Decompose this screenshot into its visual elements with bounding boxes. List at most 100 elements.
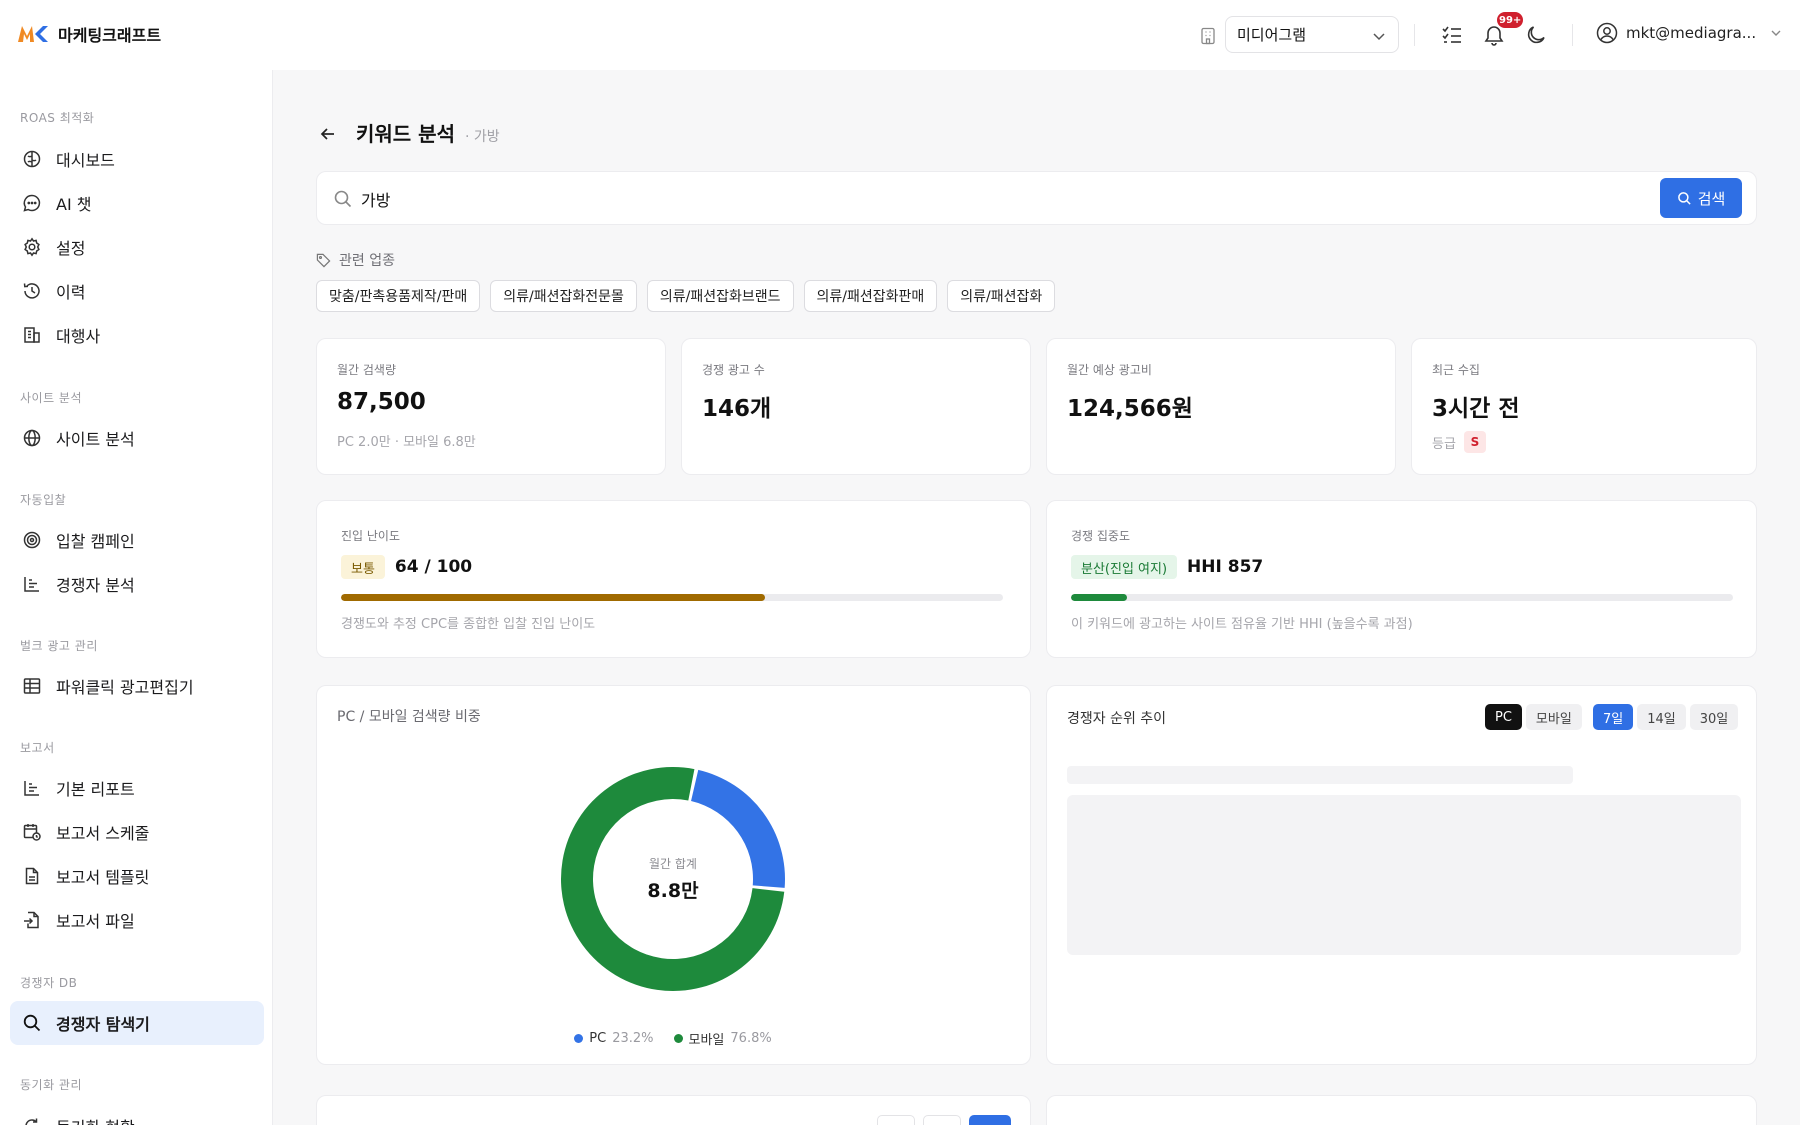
device-tab-mobile[interactable]: 모바일 bbox=[1525, 704, 1582, 730]
industry-chip[interactable]: 맞춤/판촉용품제작/판매 bbox=[316, 280, 481, 312]
chat-bubble-icon bbox=[23, 194, 41, 212]
difficulty-level-badge: 보통 bbox=[341, 555, 385, 579]
sidebar-section-title: 동기화 관리 bbox=[20, 1078, 83, 1092]
device-tab-pc[interactable]: PC bbox=[1485, 704, 1522, 730]
sidebar-item-label: 동기화 현황 bbox=[56, 1114, 135, 1125]
hhi-value: HHI 857 bbox=[1187, 557, 1264, 577]
search-button[interactable]: 검색 bbox=[1660, 178, 1742, 218]
pager-button[interactable] bbox=[923, 1115, 961, 1125]
industry-chip[interactable]: 의류/패션잡화전문몰 bbox=[490, 280, 637, 312]
rank-trend-title: 경쟁자 순위 추이 bbox=[1067, 711, 1167, 727]
device-toggle: PC 모바일 bbox=[1485, 704, 1582, 730]
stat-value: 124,566원 bbox=[1067, 396, 1193, 422]
pager-button[interactable] bbox=[877, 1115, 915, 1125]
search-button-label: 검색 bbox=[1697, 189, 1726, 208]
sidebar-section-title: 보고서 bbox=[20, 741, 55, 755]
sidebar-item-site-analysis[interactable]: 사이트 분석 bbox=[10, 416, 264, 460]
competitor-rank-trend-card: 경쟁자 순위 추이 PC 모바일 7일 14일 30일 bbox=[1046, 685, 1757, 1065]
sidebar-section-title: 벌크 광고 관리 bbox=[20, 639, 98, 653]
grade-label: 등급 bbox=[1432, 436, 1456, 452]
bottom-card-right bbox=[1046, 1095, 1757, 1125]
brand-logo-icon bbox=[18, 26, 48, 42]
pager-button-active[interactable] bbox=[969, 1115, 1011, 1125]
sidebar-item-label: 이력 bbox=[56, 283, 86, 302]
task-list-icon[interactable] bbox=[1440, 23, 1464, 47]
industry-chip[interactable]: 의류/패션잡화판매 bbox=[803, 280, 938, 312]
sidebar-item-label: 설정 bbox=[56, 239, 86, 258]
office-building-icon bbox=[24, 327, 40, 343]
sidebar-item-label: 대시보드 bbox=[56, 151, 115, 170]
sidebar-section-title: 경쟁자 DB bbox=[20, 976, 78, 990]
globe-icon bbox=[23, 429, 41, 447]
sidebar-item-settings[interactable]: 설정 bbox=[10, 225, 264, 269]
sidebar-item-agency[interactable]: 대행사 bbox=[10, 313, 264, 357]
bottom-card-left bbox=[316, 1095, 1031, 1125]
sidebar-item-basic-report[interactable]: 기본 리포트 bbox=[10, 766, 264, 810]
stat-label: 월간 예상 광고비 bbox=[1067, 363, 1152, 377]
meter-label: 진입 난이도 bbox=[341, 529, 401, 543]
sidebar-item-dashboard[interactable]: 대시보드 bbox=[10, 137, 264, 181]
sidebar-item-ai-chat[interactable]: AI 챗 bbox=[10, 181, 264, 225]
sidebar-item-bid-campaign[interactable]: 입찰 캠페인 bbox=[10, 518, 264, 562]
legend-item-pc: PC 23.2% bbox=[574, 1029, 654, 1048]
calendar-clock-icon bbox=[23, 824, 41, 841]
stat-card-estimated-cost: 월간 예상 광고비 124,566원 bbox=[1046, 338, 1396, 475]
org-select[interactable]: 미디어그램 bbox=[1225, 16, 1399, 53]
search-icon bbox=[1677, 191, 1691, 205]
stat-value: 87,500 bbox=[337, 389, 426, 415]
donut-center-value: 8.8만 bbox=[647, 880, 699, 902]
file-import-icon bbox=[24, 911, 39, 929]
difficulty-score: 64 / 100 bbox=[394, 557, 473, 577]
stat-value: 146개 bbox=[702, 396, 772, 422]
sidebar-item-competitor-explorer[interactable]: 경쟁자 탐색기 bbox=[10, 1001, 264, 1045]
stat-card-monthly-search: 월간 검색량 87,500 PC 2.0만 · 모바일 6.8만 bbox=[316, 338, 666, 475]
bar-chart-icon bbox=[24, 577, 39, 592]
brand[interactable]: 마케팅크래프트 bbox=[18, 22, 161, 46]
meter-description: 이 키워드에 광고하는 사이트 점유율 기반 HHI (높을수록 과점) bbox=[1071, 617, 1413, 632]
building-icon bbox=[1201, 27, 1215, 45]
range-tab-14d[interactable]: 14일 bbox=[1637, 704, 1686, 730]
user-avatar-icon bbox=[1596, 22, 1618, 44]
concentration-level-badge: 분산(진입 여지) bbox=[1071, 555, 1178, 579]
moon-icon[interactable] bbox=[1524, 23, 1548, 47]
industry-chips: 맞춤/판촉용품제작/판매 의류/패션잡화전문몰 의류/패션잡화브랜드 의류/패션… bbox=[316, 280, 1056, 312]
stat-value: 3시간 전 bbox=[1432, 396, 1520, 422]
sidebar-item-report-template[interactable]: 보고서 템플릿 bbox=[10, 854, 264, 898]
range-tab-30d[interactable]: 30일 bbox=[1689, 704, 1739, 730]
legend-label: 모바일 bbox=[688, 1033, 725, 1048]
sidebar-item-history[interactable]: 이력 bbox=[10, 269, 264, 313]
legend-dot bbox=[673, 1034, 683, 1043]
keyword-search-input[interactable] bbox=[361, 184, 1461, 214]
page-title: 키워드 분석 bbox=[356, 122, 455, 146]
range-tab-7d[interactable]: 7일 bbox=[1593, 704, 1634, 730]
grade-badge: S bbox=[1463, 431, 1486, 453]
history-icon bbox=[23, 283, 40, 299]
page-subtitle: · 가방 bbox=[464, 129, 500, 145]
sidebar-item-report-file[interactable]: 보고서 파일 bbox=[10, 898, 264, 942]
sidebar-section-title: 사이트 분석 bbox=[20, 391, 83, 405]
user-menu[interactable]: mkt@mediagra... bbox=[1596, 22, 1782, 44]
donut-center-label: 월간 합계 bbox=[649, 857, 697, 871]
stat-label: 경쟁 광고 수 bbox=[702, 363, 765, 377]
arrow-left-icon[interactable] bbox=[318, 124, 338, 144]
tag-icon bbox=[316, 253, 331, 267]
table-icon bbox=[23, 678, 41, 694]
meter-label: 경쟁 집중도 bbox=[1071, 529, 1131, 543]
sidebar-item-competitor-analysis[interactable]: 경쟁자 분석 bbox=[10, 562, 264, 606]
chevron-down-icon bbox=[1373, 33, 1385, 41]
org-select-value: 미디어그램 bbox=[1237, 26, 1307, 44]
sidebar-item-sync-status[interactable]: 동기화 현황 bbox=[10, 1104, 264, 1125]
sidebar: ROAS 최적화 대시보드 AI 챗 설정 이력 대행사 사이트 분석 사이트 … bbox=[0, 70, 273, 1125]
sidebar-item-report-schedule[interactable]: 보고서 스케줄 bbox=[10, 810, 264, 854]
sidebar-item-label: 경쟁자 탐색기 bbox=[56, 1015, 150, 1034]
page-header: 키워드 분석 · 가방 bbox=[318, 118, 500, 147]
donut-chart: 월간 합계 8.8만 bbox=[558, 764, 788, 994]
industry-chip[interactable]: 의류/패션잡화브랜드 bbox=[646, 280, 794, 312]
sidebar-item-powerclick-editor[interactable]: 파워클릭 광고편집기 bbox=[10, 664, 264, 708]
sidebar-item-label: 입찰 캠페인 bbox=[56, 532, 135, 551]
grade-row: 등급 S bbox=[1432, 431, 1486, 453]
sidebar-item-label: 보고서 스케줄 bbox=[56, 824, 150, 843]
stat-sub: PC 2.0만 · 모바일 6.8만 bbox=[337, 435, 476, 450]
industry-chip[interactable]: 의류/패션잡화 bbox=[947, 280, 1056, 312]
legend-value: 23.2% bbox=[612, 1031, 654, 1046]
